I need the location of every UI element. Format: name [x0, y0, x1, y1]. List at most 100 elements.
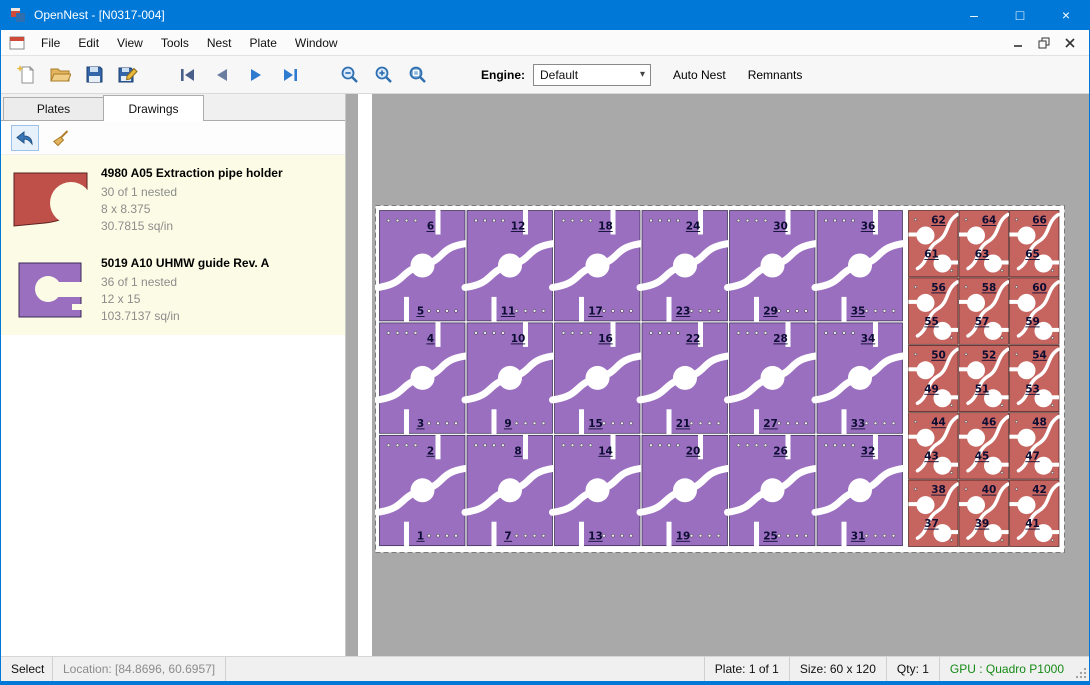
- broom-icon: [52, 129, 70, 147]
- nested-pair-pipe-holder[interactable]: 4443: [909, 413, 959, 479]
- panel-splitter[interactable]: [358, 94, 372, 656]
- nest-part-number: 38: [931, 484, 946, 496]
- app-icon: [10, 7, 26, 23]
- auto-nest-button[interactable]: Auto Nest: [673, 68, 726, 82]
- nest-part-number: 21: [676, 418, 691, 430]
- chevron-down-icon: ▾: [640, 69, 645, 80]
- clean-broom-button[interactable]: [47, 125, 75, 151]
- nested-pair-uhmw-guide[interactable]: 3231: [815, 434, 904, 546]
- menu-item-tools[interactable]: Tools: [152, 32, 198, 54]
- nested-pair-pipe-holder[interactable]: 6059: [1010, 278, 1060, 344]
- nested-pair-uhmw-guide[interactable]: 21: [378, 434, 467, 546]
- nest-part-number: 36: [861, 221, 876, 233]
- nav-first-icon[interactable]: [171, 60, 205, 90]
- status-location: Location: [84.8696, 60.6957]: [53, 657, 226, 681]
- open-folder-icon[interactable]: [43, 60, 77, 90]
- menu-item-nest[interactable]: Nest: [198, 32, 241, 54]
- nest-part-number: 13: [588, 530, 603, 542]
- nest-part-number: 29: [763, 306, 778, 318]
- resize-grip-icon[interactable]: [1074, 657, 1089, 681]
- menu-bar: File Edit View Tools Nest Plate Window: [1, 30, 1089, 56]
- nested-pair-uhmw-guide[interactable]: 65: [378, 210, 467, 322]
- nested-pair-uhmw-guide[interactable]: 3029: [728, 210, 817, 322]
- zoom-fit-icon[interactable]: [401, 60, 435, 90]
- nested-pair-pipe-holder[interactable]: 3837: [909, 480, 959, 546]
- nested-pair-uhmw-guide[interactable]: 3635: [815, 210, 904, 322]
- nest-part-number: 4: [427, 333, 434, 345]
- panel-tabs: Plates Drawings: [1, 94, 345, 121]
- new-file-icon[interactable]: [9, 60, 43, 90]
- menu-item-view[interactable]: View: [108, 32, 152, 54]
- nest-part-number: 58: [982, 282, 997, 294]
- tab-plates[interactable]: Plates: [3, 97, 104, 120]
- nested-pair-pipe-holder[interactable]: 5251: [959, 345, 1009, 411]
- save-as-icon[interactable]: [111, 60, 145, 90]
- menu-item-plate[interactable]: Plate: [241, 32, 286, 54]
- nested-pair-uhmw-guide[interactable]: 1817: [553, 210, 642, 322]
- nested-pair-pipe-holder[interactable]: 4847: [1010, 413, 1060, 479]
- mdi-minimize-icon[interactable]: [1007, 33, 1029, 53]
- save-icon[interactable]: [77, 60, 111, 90]
- drawing-item[interactable]: 4980 A05 Extraction pipe holder 30 of 1 …: [1, 155, 345, 245]
- nested-pair-uhmw-guide[interactable]: 3433: [815, 322, 904, 434]
- nested-pair-uhmw-guide[interactable]: 43: [378, 322, 467, 434]
- drawing-item[interactable]: 5019 A10 UHMW guide Rev. A 36 of 1 neste…: [1, 245, 345, 335]
- nested-pair-uhmw-guide[interactable]: 2423: [640, 210, 729, 322]
- nested-pair-uhmw-guide[interactable]: 2221: [640, 322, 729, 434]
- nested-pair-uhmw-guide[interactable]: 1615: [553, 322, 642, 434]
- nest-part-number: 56: [931, 282, 946, 294]
- nest-part-number: 59: [1025, 316, 1040, 328]
- nested-pair-uhmw-guide[interactable]: 14 13: [553, 434, 642, 546]
- zoom-out-icon[interactable]: [333, 60, 367, 90]
- mdi-restore-icon[interactable]: [1033, 33, 1055, 53]
- nested-pair-pipe-holder[interactable]: 5049: [909, 345, 959, 411]
- nest-part-number: 26: [773, 445, 788, 457]
- nest-part-number: 3: [417, 418, 424, 430]
- nest-part-number: 66: [1032, 215, 1047, 227]
- nest-canvas[interactable]: 6512111817242330293635431091615222128273…: [346, 94, 1089, 656]
- remnants-button[interactable]: Remnants: [748, 68, 803, 82]
- nested-pair-uhmw-guide[interactable]: 2827: [728, 322, 817, 434]
- nested-pair-pipe-holder[interactable]: 4241: [1010, 480, 1060, 546]
- nested-pair-uhmw-guide[interactable]: 2019: [640, 434, 729, 546]
- nested-pair-pipe-holder[interactable]: 5655: [909, 278, 959, 344]
- status-size: Size: 60 x 120: [789, 657, 886, 681]
- nested-pair-pipe-holder[interactable]: 4039: [959, 480, 1009, 546]
- nav-last-icon[interactable]: [273, 60, 307, 90]
- engine-select[interactable]: Default ▾: [533, 64, 651, 86]
- nest-part-number: 14: [598, 445, 613, 457]
- menu-item-window[interactable]: Window: [286, 32, 347, 54]
- maximize-button[interactable]: □: [997, 0, 1043, 30]
- zoom-in-icon[interactable]: [367, 60, 401, 90]
- nested-pair-pipe-holder[interactable]: 5453: [1010, 345, 1060, 411]
- import-arrow-button[interactable]: [11, 125, 39, 151]
- status-qty: Qty: 1: [886, 657, 939, 681]
- nested-pair-pipe-holder[interactable]: 66 65: [1010, 211, 1060, 277]
- nest-part-number: 18: [598, 221, 613, 233]
- nested-pair-uhmw-guide[interactable]: 2625: [728, 434, 817, 546]
- menu-item-file[interactable]: File: [32, 32, 69, 54]
- tab-drawings[interactable]: Drawings: [103, 95, 204, 121]
- minimize-button[interactable]: –: [951, 0, 997, 30]
- nested-pair-pipe-holder[interactable]: 6261: [909, 211, 959, 277]
- nest-plate-svg[interactable]: 6512111817242330293635431091615222128273…: [375, 205, 1065, 553]
- close-button[interactable]: ×: [1043, 0, 1089, 30]
- nested-pair-uhmw-guide[interactable]: 1211: [465, 210, 554, 322]
- nav-next-icon[interactable]: [239, 60, 273, 90]
- nav-prev-icon[interactable]: [205, 60, 239, 90]
- nested-pair-uhmw-guide[interactable]: 109: [465, 322, 554, 434]
- menu-item-edit[interactable]: Edit: [69, 32, 108, 54]
- nest-part-number: 65: [1025, 249, 1040, 261]
- nested-pair-uhmw-guide[interactable]: 87: [465, 434, 554, 546]
- nest-part-number: 19: [676, 530, 691, 542]
- nested-pair-pipe-holder[interactable]: 6463: [959, 211, 1009, 277]
- nested-pair-pipe-holder[interactable]: 4645: [959, 413, 1009, 479]
- import-arrow-icon: [16, 130, 34, 146]
- nest-part-number: 62: [931, 215, 946, 227]
- nest-part-number: 32: [861, 445, 876, 457]
- mdi-close-icon[interactable]: [1059, 33, 1081, 53]
- drawing-nested-count: 30 of 1 nested: [101, 184, 283, 201]
- title-bar[interactable]: OpenNest - [N0317-004] – □ ×: [1, 0, 1089, 30]
- nested-pair-pipe-holder[interactable]: 5857: [959, 278, 1009, 344]
- nest-part-number: 45: [975, 451, 990, 463]
